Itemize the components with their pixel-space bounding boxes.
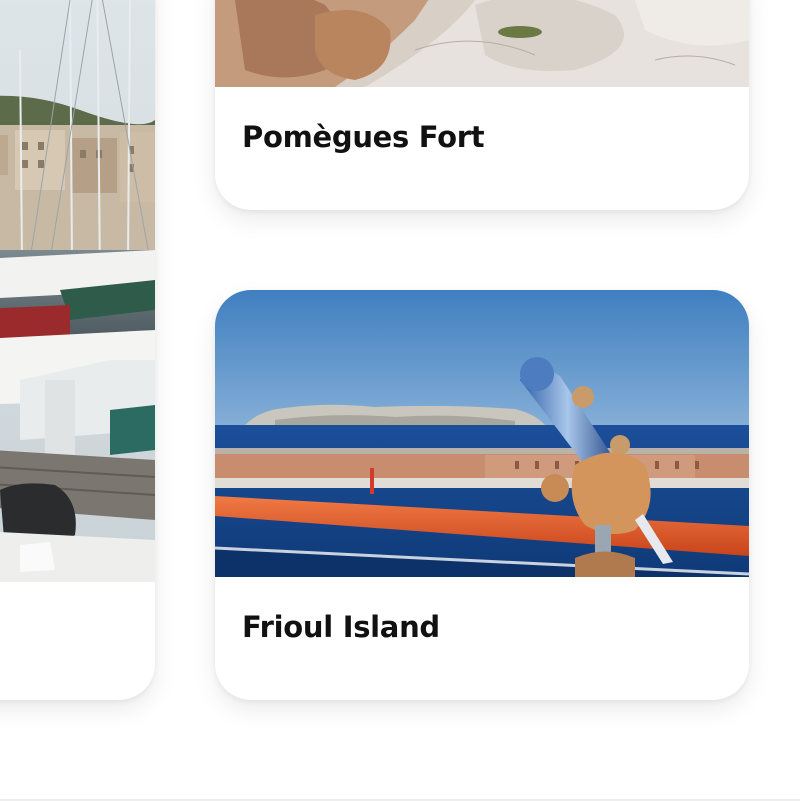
card-title: Frioul Island — [242, 610, 440, 644]
place-card-frioul-island[interactable]: Frioul Island — [215, 290, 749, 700]
place-card-pomegues-fort[interactable]: Pomègues Fort — [215, 0, 749, 210]
harbor-marina-photo — [0, 0, 155, 582]
rocky-coast-photo — [215, 0, 749, 87]
place-card-harbor[interactable] — [0, 0, 155, 700]
sea-telescope-photo — [215, 290, 749, 577]
card-title: Pomègues Fort — [242, 120, 485, 154]
